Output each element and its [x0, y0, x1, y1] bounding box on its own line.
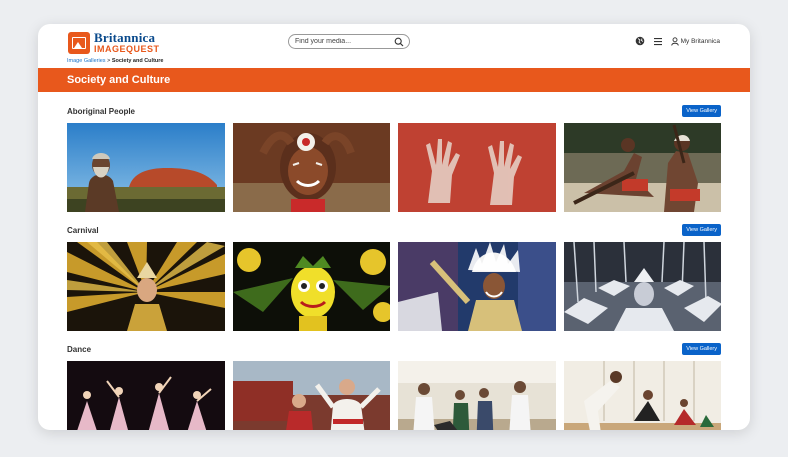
britannica-imagequest-logo[interactable]: Britannica IMAGEQUEST	[68, 31, 160, 54]
gallery-thumbnail[interactable]	[398, 361, 556, 430]
my-britannica-link[interactable]: My Britannica	[670, 36, 720, 46]
gallery-section-aboriginal-people: Aboriginal People View Gallery	[38, 103, 750, 212]
view-gallery-button[interactable]: View Gallery	[682, 105, 721, 117]
search-bar[interactable]	[288, 34, 410, 49]
gallery-thumbnail[interactable]	[67, 123, 225, 212]
search-input[interactable]	[295, 38, 395, 45]
gallery-thumbnail[interactable]	[563, 242, 721, 331]
user-icon	[670, 36, 679, 46]
imagequest-logo-icon	[68, 31, 90, 54]
gallery-thumbnail[interactable]	[232, 123, 390, 212]
gallery-thumbnail[interactable]	[232, 361, 390, 430]
site-header: Britannica IMAGEQUEST My Britannica Imag…	[38, 24, 750, 68]
gallery-thumbnail[interactable]	[398, 242, 556, 331]
gallery-section-dance: Dance View Gallery	[38, 341, 750, 430]
page-card: Britannica IMAGEQUEST My Britannica Imag…	[38, 24, 750, 430]
my-britannica-label: My Britannica	[680, 37, 720, 45]
gallery-thumbnail[interactable]	[232, 242, 390, 331]
menu-icon[interactable]	[653, 37, 663, 46]
view-gallery-button[interactable]: View Gallery	[682, 224, 721, 236]
gallery-thumbnail[interactable]	[563, 123, 721, 212]
breadcrumb: Image Galleries > Society and Culture	[67, 58, 163, 64]
breadcrumb-image-galleries[interactable]: Image Galleries	[67, 58, 106, 64]
product-name: IMAGEQUEST	[94, 44, 160, 54]
breadcrumb-current: Society and Culture	[111, 58, 164, 64]
view-gallery-button[interactable]: View Gallery	[682, 343, 721, 355]
page-title: Society and Culture	[38, 68, 750, 92]
section-title: Carnival	[67, 225, 99, 235]
gallery-section-carnival: Carnival View Gallery	[38, 222, 750, 331]
brand-name: Britannica	[94, 30, 156, 45]
gallery-thumbnail[interactable]	[67, 242, 225, 331]
breadcrumb-separator: >	[107, 58, 111, 64]
section-title: Aboriginal People	[67, 106, 136, 116]
gallery-thumbnail[interactable]	[563, 361, 721, 430]
section-title: Dance	[67, 344, 92, 354]
globe-icon[interactable]	[635, 36, 645, 46]
gallery-thumbnail[interactable]	[67, 361, 225, 430]
search-icon[interactable]	[394, 37, 404, 47]
gallery-thumbnail[interactable]	[398, 123, 556, 212]
